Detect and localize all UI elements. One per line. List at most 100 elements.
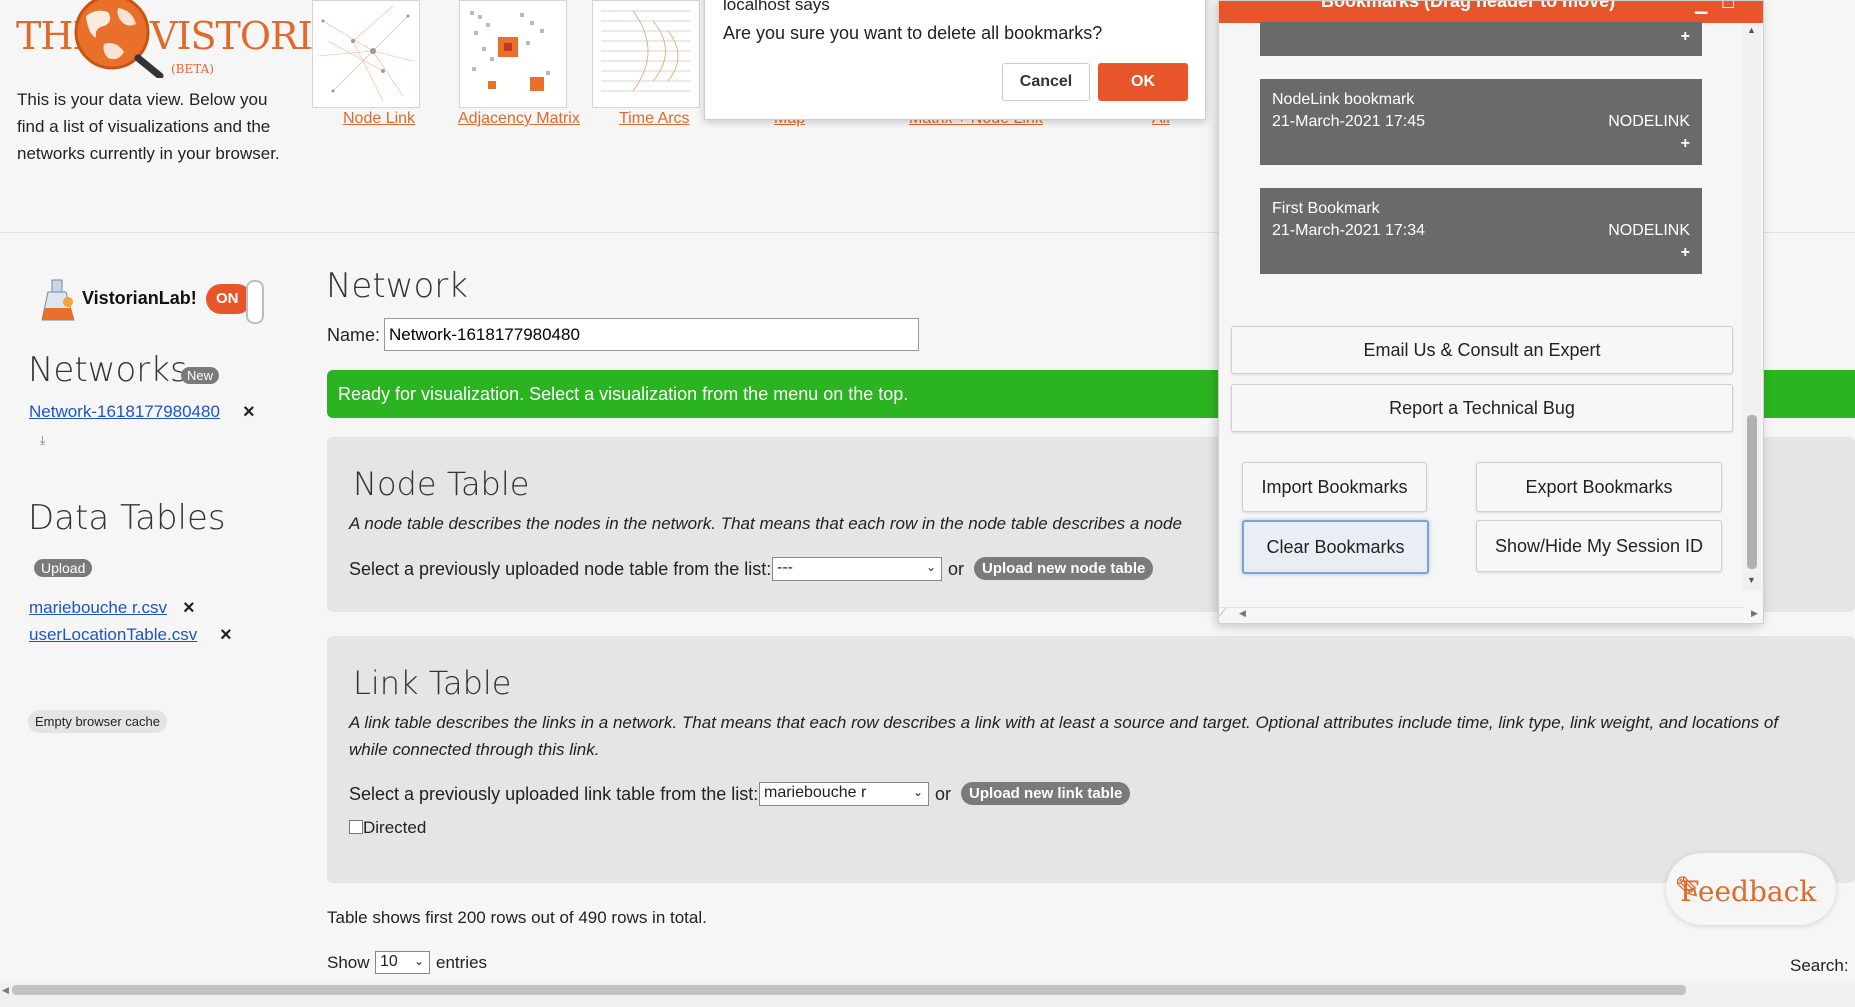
download-icon[interactable]: ⤓ — [40, 433, 45, 448]
bookmark-date: 21-March-2021 17:45 — [1272, 113, 1425, 130]
dialog-message: Are you sure you want to delete all book… — [723, 23, 1103, 43]
scroll-left-icon[interactable]: ◀ — [1239, 608, 1246, 619]
import-bookmarks-button[interactable]: Import Bookmarks — [1242, 462, 1427, 512]
entries-select[interactable]: 10 ⌄ — [375, 951, 430, 974]
scroll-left-icon[interactable]: ◀ — [2, 985, 9, 996]
bookmark-item[interactable]: NodeLink bookmark 21-March-2021 17:45 NO… — [1260, 79, 1702, 165]
link-table-select-value: mariebouche r — [764, 784, 867, 801]
bookmarks-header-text: Bookmarks (Drag header to move) — [1321, 0, 1616, 11]
dialog-title: localhost says — [723, 0, 830, 14]
link-table-or: or — [935, 784, 952, 804]
networks-heading-text: Networks — [28, 350, 188, 390]
lab-toggle[interactable]: ON — [206, 280, 266, 324]
adjacency-matrix-preview-icon — [470, 11, 550, 91]
viz-link-node-link[interactable]: Node Link — [343, 110, 415, 128]
dialog-ok-button[interactable]: OK — [1098, 63, 1188, 101]
scroll-down-icon[interactable]: ▼ — [1747, 575, 1756, 585]
status-message: Ready for visualization. Select a visual… — [338, 384, 909, 404]
panel-hscrollbar[interactable]: ◀ ▶ ⟋ — [1219, 607, 1758, 622]
show-prefix: Show — [327, 953, 370, 972]
link-table-select[interactable]: mariebouche r ⌄ — [759, 782, 929, 806]
panel-scrollbar[interactable]: ▲ ▼ — [1743, 23, 1761, 591]
toggle-state: ON — [216, 290, 239, 307]
bookmarks-header[interactable]: Bookmarks (Drag header to move) ▁ ☐ — [1219, 1, 1763, 23]
clear-bookmarks-button[interactable]: Clear Bookmarks — [1242, 520, 1429, 574]
table-link-mariebouche r[interactable]: mariebouche r.csv — [29, 598, 167, 618]
link-table-description-1: A link table describes the links in a ne… — [349, 713, 1779, 732]
entries-select-value: 10 — [380, 953, 398, 970]
table-link-userlocation[interactable]: userLocationTable.csv — [29, 625, 197, 645]
network-link[interactable]: Network-1618177980480 — [29, 402, 220, 422]
dialog-cancel-button[interactable]: Cancel — [1002, 63, 1090, 101]
thumb-node-link[interactable] — [312, 0, 420, 108]
bookmark-title: NodeLink bookmark — [1272, 91, 1415, 108]
network-name-label: Name: — [327, 325, 381, 345]
node-table-select[interactable]: --- ⌄ — [772, 557, 942, 581]
feedback-label: Feedback — [1680, 875, 1817, 908]
feedback-button[interactable]: ✎ Feedback — [1666, 853, 1836, 925]
directed-label: Directed — [363, 818, 427, 837]
node-table-heading: Node Table — [353, 465, 530, 503]
chevron-down-icon: ⌄ — [912, 785, 923, 799]
empty-cache-button[interactable]: Empty browser cache — [28, 710, 167, 733]
thumb-time-arcs[interactable] — [592, 0, 700, 108]
network-name-input[interactable] — [384, 318, 919, 351]
link-table-description-2: while connected through this link. — [349, 740, 600, 759]
lab-label: VistorianLab! — [82, 288, 197, 308]
intro-text: This is your data view. Below you find a… — [17, 90, 280, 163]
upload-table-button[interactable]: Upload — [34, 559, 93, 577]
session-id-button[interactable]: Show/Hide My Session ID — [1476, 520, 1722, 572]
logo-beta: (BETA) — [171, 62, 214, 76]
resize-grip-icon[interactable]: ⟋ — [1219, 608, 1226, 619]
scroll-up-icon[interactable]: ▲ — [1747, 25, 1756, 35]
node-link-preview-icon — [317, 5, 414, 102]
node-table-select-value: --- — [777, 559, 793, 576]
scroll-right-icon[interactable]: ▶ — [1751, 608, 1758, 619]
bookmark-type: NODELINK — [1608, 222, 1690, 239]
bookmark-item[interactable]: First Bookmark 21-March-2021 17:34 NODEL… — [1260, 188, 1702, 274]
report-bug-button[interactable]: Report a Technical Bug — [1231, 384, 1733, 432]
viz-link-time-arcs[interactable]: Time Arcs — [619, 110, 690, 128]
bookmark-plus-icon[interactable]: + — [1681, 244, 1690, 262]
link-table-heading: Link Table — [353, 664, 512, 702]
table-info: Table shows first 200 rows out of 490 ro… — [327, 908, 707, 927]
node-table-select-label: Select a previously uploaded node table … — [349, 559, 772, 579]
thumb-adjacency-matrix[interactable] — [459, 0, 567, 108]
toggle-knob — [246, 280, 264, 324]
bookmark-type: NODELINK — [1608, 113, 1690, 130]
node-table-description: A node table describes the nodes in the … — [349, 514, 1182, 533]
search-label: Search: — [1790, 956, 1849, 975]
link-table-select-label: Select a previously uploaded link table … — [349, 784, 759, 804]
link-table-card: Link Table A link table describes the li… — [327, 636, 1855, 883]
remove-table-icon[interactable]: × — [220, 624, 232, 647]
remove-network-icon[interactable]: × — [243, 401, 255, 424]
export-bookmarks-button[interactable]: Export Bookmarks — [1476, 462, 1722, 512]
upload-link-table-button[interactable]: Upload new link table — [961, 782, 1131, 805]
bookmark-date: 21-March-2021 17:34 — [1272, 222, 1425, 239]
vistorian-lab: VistorianLab! ON — [38, 278, 278, 324]
chevron-down-icon: ⌄ — [925, 560, 936, 574]
directed-checkbox[interactable] — [349, 820, 363, 834]
time-arcs-preview-icon — [601, 10, 691, 92]
bookmark-item[interactable]: + — [1260, 22, 1702, 56]
bookmark-plus-icon[interactable]: + — [1681, 135, 1690, 153]
network-heading: Network — [326, 266, 468, 306]
minimize-icon[interactable]: ▁ — [1695, 1, 1707, 15]
maximize-icon[interactable]: ☐ — [1721, 1, 1735, 13]
page-hscrollbar[interactable]: ◀ — [0, 983, 1855, 1007]
remove-table-icon[interactable]: × — [183, 597, 195, 620]
bookmark-plus-icon[interactable]: + — [1681, 28, 1690, 46]
upload-node-table-button[interactable]: Upload new node table — [974, 557, 1154, 580]
networks-heading: Networks — [28, 350, 188, 390]
viz-link-adjacency-matrix[interactable]: Adjacency Matrix — [458, 110, 580, 128]
page-scrollbar-thumb[interactable] — [12, 985, 1686, 995]
data-tables-heading-text: Data Tables — [28, 498, 226, 538]
vistorian-logo[interactable]: THE VISTORIAN (BETA) — [16, 0, 371, 80]
email-expert-button[interactable]: Email Us & Consult an Expert — [1231, 326, 1733, 374]
bookmark-title: First Bookmark — [1272, 200, 1380, 217]
scrollbar-thumb[interactable] — [1747, 415, 1757, 569]
show-suffix: entries — [436, 953, 488, 972]
node-table-or: or — [948, 559, 965, 579]
networks-new-badge[interactable]: New — [181, 367, 220, 384]
chevron-down-icon: ⌄ — [413, 954, 424, 968]
